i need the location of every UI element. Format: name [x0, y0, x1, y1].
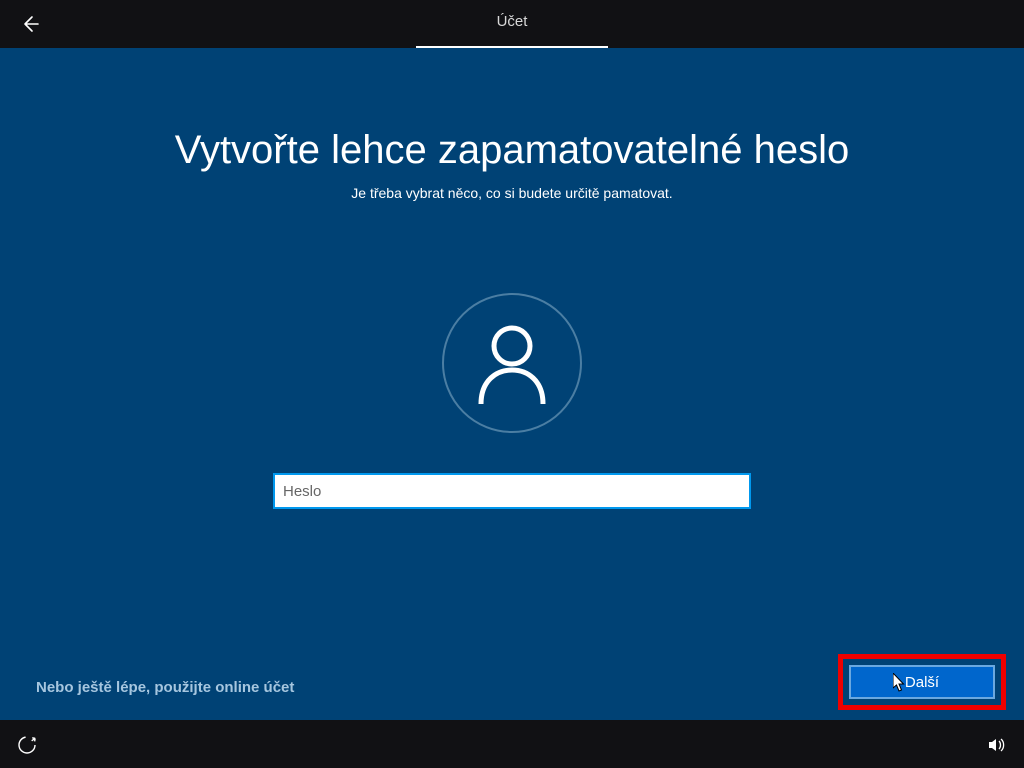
main-content: Vytvořte lehce zapamatovatelné heslo Je … — [0, 48, 1024, 720]
password-input[interactable] — [273, 473, 751, 509]
next-button[interactable]: Další — [849, 665, 995, 699]
page-title: Vytvořte lehce zapamatovatelné heslo — [175, 128, 849, 173]
next-button-highlight: Další — [838, 654, 1006, 710]
avatar-placeholder — [442, 293, 582, 433]
volume-button[interactable] — [986, 734, 1008, 756]
tab-account[interactable]: Účet — [416, 0, 608, 48]
back-arrow-icon — [20, 14, 40, 34]
person-icon — [473, 322, 551, 404]
back-button[interactable] — [18, 12, 42, 36]
use-online-account-link[interactable]: Nebo ještě lépe, použijte online účet — [36, 679, 294, 696]
ease-of-access-icon — [17, 735, 37, 755]
speaker-icon — [987, 735, 1007, 755]
page-subtitle: Je třeba vybrat něco, co si budete určit… — [351, 185, 672, 201]
titlebar: Účet — [0, 0, 1024, 48]
bottombar — [0, 720, 1024, 768]
ease-of-access-button[interactable] — [16, 734, 38, 756]
cursor-icon — [893, 673, 907, 693]
next-button-label: Další — [905, 674, 939, 691]
